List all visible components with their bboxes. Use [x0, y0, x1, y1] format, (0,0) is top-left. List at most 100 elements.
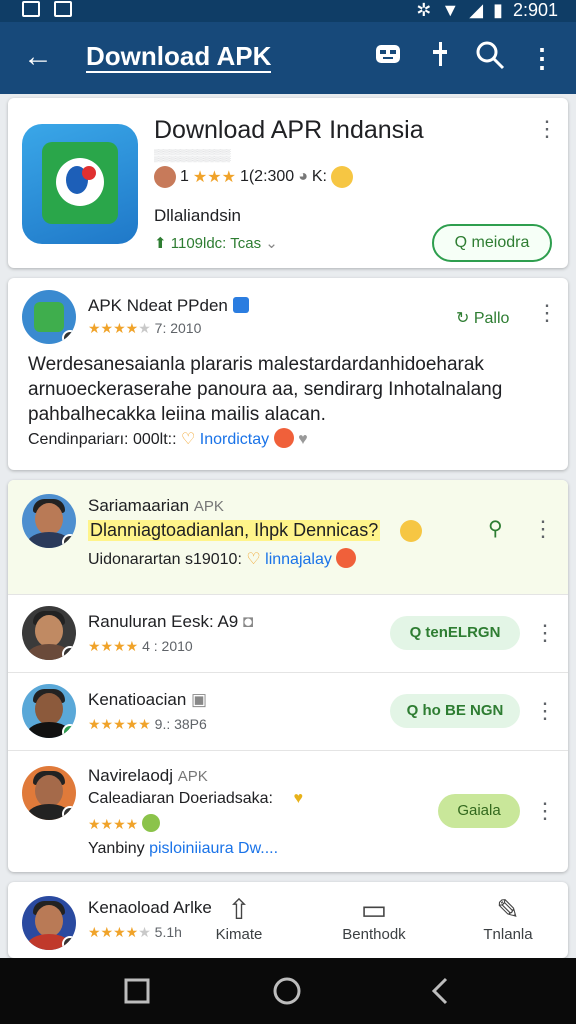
install-button[interactable]: Q tenELRGN: [390, 616, 520, 650]
back-button[interactable]: ←: [20, 40, 56, 76]
settings-icon: ✲: [416, 0, 432, 20]
app-bar: ← Download APK ⋮: [0, 22, 576, 94]
angry-emoji-icon: [273, 428, 294, 448]
angry-emoji-icon: [336, 548, 357, 568]
more-vert-icon: ⋮: [529, 43, 555, 73]
follow-label: Pallo: [473, 310, 510, 327]
lock-icon: ◘: [243, 612, 254, 631]
list-item-author-name: Ranuluran Eesk: A9: [88, 612, 239, 631]
robot-button[interactable]: [370, 40, 406, 76]
list-item-meta: ★★★★★ 5.1h: [88, 924, 182, 941]
star-empty-icon: ★: [138, 320, 151, 336]
app-title: Download APR Indansia: [154, 116, 424, 144]
tune-icon: [433, 42, 447, 66]
share-button[interactable]: ⚲: [488, 516, 503, 541]
avatar[interactable]: [22, 896, 76, 950]
overflow-menu-button[interactable]: ⋮: [524, 40, 560, 76]
more-vert-icon[interactable]: ⋮: [534, 620, 556, 646]
home-button[interactable]: [272, 976, 302, 1006]
tune-button[interactable]: [422, 40, 458, 76]
nav-item-label: Tnlanla: [483, 926, 533, 943]
robot-icon: [376, 45, 400, 63]
recents-button[interactable]: [122, 976, 152, 1006]
more-vert-icon[interactable]: ⋮: [534, 698, 556, 724]
list-item-author-suffix: APK: [177, 768, 208, 785]
search-icon: [476, 41, 505, 70]
bottom-card: Kenaoload Arlke ★★★★★ 5.1h ⇧ Kimate ▭ Be…: [8, 882, 568, 958]
post-author-name: APK Ndeat PPden: [88, 296, 228, 315]
nav-item-kimate[interactable]: ⇧ Kimate: [204, 894, 274, 943]
install-button[interactable]: Q ho BE NGN: [390, 694, 520, 728]
avatar[interactable]: [22, 684, 76, 738]
wow-emoji-icon: [400, 520, 422, 542]
smile-emoji-icon: [331, 166, 353, 188]
star-icon: ★★★★: [88, 816, 139, 832]
signal-icon: ◢: [469, 0, 484, 20]
list-item[interactable]: Navirelaodj APK Caleadiaran Doeriadsaka:…: [8, 752, 568, 870]
post-date: 7: 2010: [154, 320, 202, 336]
rating-suffix: K:: [311, 168, 327, 185]
more-vert-icon[interactable]: ⋮: [534, 798, 556, 824]
post-footer-text: Cendinpariarı: 000lt::: [28, 431, 177, 448]
install-button[interactable]: Q meiodra: [432, 224, 552, 262]
post-author: APK Ndeat PPden: [88, 296, 249, 316]
list-item-tag[interactable]: linnajalay: [265, 551, 332, 568]
list-item-author: Navirelaodj APK: [88, 766, 208, 786]
list-item-author-name: Navirelaodj: [88, 766, 174, 785]
system-navigation-bar: [0, 958, 576, 1024]
square-icon: [124, 978, 150, 1004]
list-item[interactable]: Sariamaarian APK Dlanniagtoadianlan, Ihp…: [8, 480, 568, 594]
list-item-author-name: Sariamaarian: [88, 496, 190, 515]
list-item-date: 5.1h: [154, 924, 182, 940]
refresh-icon: ↻: [456, 310, 470, 327]
post-tag[interactable]: Inordictay: [200, 431, 269, 448]
rating-text: 1(2:300: [239, 168, 295, 185]
download-icon: ⬆: [154, 235, 167, 252]
more-vert-icon[interactable]: ⋮: [536, 116, 558, 142]
list-item-author-suffix: APK: [193, 498, 224, 515]
action-button[interactable]: Gaiala: [438, 794, 520, 828]
avatar[interactable]: [22, 766, 76, 820]
avatar[interactable]: [22, 290, 76, 344]
battery-icon: ▮: [493, 0, 503, 20]
more-vert-icon[interactable]: ⋮: [532, 516, 554, 542]
image-icon: [54, 1, 72, 17]
nav-item-benthodk[interactable]: ▭ Benthodk: [334, 894, 414, 943]
list-item-author: Kenaoload Arlke: [88, 898, 212, 917]
list-item-author: Kenatioacian ▣: [88, 690, 207, 710]
list-item-meta: ★★★★: [88, 814, 161, 833]
list-item-subtitle-text: Caleadiaran Doeriadsaka:: [88, 790, 273, 807]
system-back-button[interactable]: [426, 976, 456, 1006]
heart-outline-icon[interactable]: ♥: [298, 431, 308, 448]
search-button[interactable]: [472, 40, 508, 76]
list-item-tag-prefix: Yanbiny: [88, 840, 145, 857]
gallery-icon: [22, 1, 40, 17]
heart-icon: ♡: [180, 431, 196, 448]
post-body: Werdesanesaianla plararis malestardardan…: [28, 354, 503, 425]
list-item-tag-link[interactable]: pisloiniiaura Dw....: [149, 840, 278, 857]
avatar[interactable]: [22, 494, 76, 548]
nav-item-label: Benthodk: [342, 926, 406, 943]
page-title: Download APK: [86, 41, 272, 73]
chat-icon: ▭: [360, 894, 388, 925]
list-item-headline-text: Dlanniagtoadianlan, Ihpk Dennicas?: [90, 520, 379, 540]
nav-item-tnlanla[interactable]: ✎ Tnlanla: [468, 894, 548, 943]
install-count: ⬆ 1109ldc: Tcas ⌄: [154, 234, 278, 252]
list-item-headline: Dlanniagtoadianlan, Ihpk Dennicas?: [88, 520, 381, 541]
divider: [8, 750, 568, 751]
list-item-author: Ranuluran Eesk: A9 ◘: [88, 612, 253, 632]
star-icon: ★★★★: [88, 924, 139, 940]
circle-icon: [273, 977, 301, 1005]
list-item[interactable]: Kenatioacian ▣ ★★★★★ 9.: 38P6 Q ho BE NG…: [8, 674, 568, 750]
avatar[interactable]: [22, 606, 76, 660]
nav-item-label: Kimate: [215, 926, 263, 943]
more-vert-icon[interactable]: ⋮: [536, 300, 558, 326]
list-item-author: Sariamaarian APK: [88, 496, 224, 516]
verified-icon: [232, 297, 249, 313]
post-footer: Cendinpariarı: 000lt:: ♡ Inordictay ♥: [28, 428, 308, 449]
follow-button[interactable]: ↻ Pallo: [456, 308, 509, 328]
chevron-left-icon: [431, 977, 448, 1005]
star-icon: ★★★★★: [88, 716, 151, 732]
upload-icon: ⇧: [227, 894, 251, 925]
list-item[interactable]: Ranuluran Eesk: A9 ◘ ★★★★ 4 : 2010 Q ten…: [8, 596, 568, 672]
